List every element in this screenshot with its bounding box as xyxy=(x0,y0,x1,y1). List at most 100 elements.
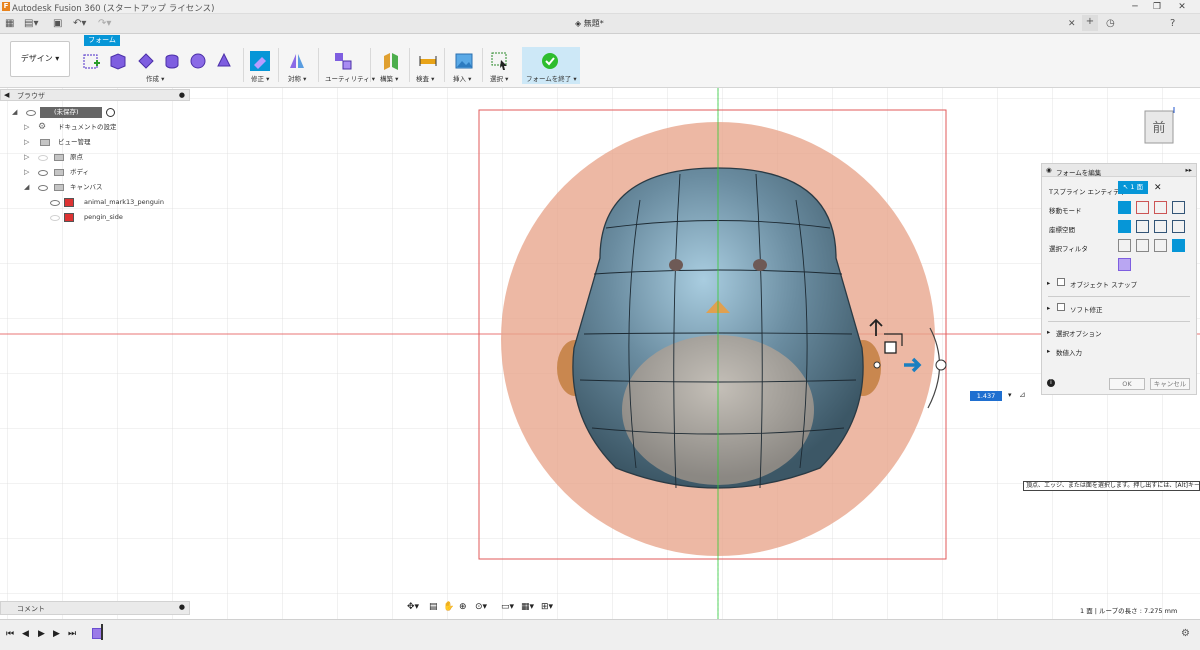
finish-form-icon[interactable] xyxy=(540,51,560,71)
edit-form-icon[interactable] xyxy=(250,51,270,71)
play-icon[interactable]: ▶ xyxy=(38,629,45,639)
group-utilities[interactable]: ユーティリティ ▾ xyxy=(325,73,375,83)
timeline-marker[interactable] xyxy=(101,624,103,640)
apps-grid-icon[interactable]: ▦ xyxy=(5,17,14,31)
dimension-options-icon[interactable]: ⊿ xyxy=(1019,390,1026,399)
expand-triangle-icon[interactable]: ▸ xyxy=(1047,347,1050,355)
root-component-label[interactable]: (未保存) xyxy=(40,107,102,118)
body-filter-icon[interactable] xyxy=(1118,258,1131,271)
dropdown-arrow-icon[interactable]: ▾ xyxy=(1008,391,1012,399)
visibility-eye-icon[interactable] xyxy=(38,185,48,191)
browser-pin-icon[interactable]: ● xyxy=(179,91,185,99)
tree-root[interactable]: ◢ (未保存) xyxy=(8,105,188,120)
selection-options-label[interactable]: 選択オプション xyxy=(1056,328,1102,338)
expand-triangle-icon[interactable]: ▸ xyxy=(1047,279,1050,287)
pan-icon[interactable]: ✋ xyxy=(443,602,454,612)
multi-move-icon[interactable] xyxy=(1118,201,1131,214)
group-finish-form[interactable]: フォームを終了 ▾ xyxy=(526,73,577,83)
activate-radio-icon[interactable] xyxy=(106,108,115,117)
group-insert[interactable]: 挿入 ▾ xyxy=(453,73,471,83)
expand-triangle-icon[interactable]: ◢ xyxy=(12,105,17,120)
collapse-triangle-icon[interactable]: ◢ xyxy=(24,180,29,195)
collapse-icon[interactable]: ◉ xyxy=(1046,166,1052,174)
edit-form-header[interactable]: ◉ フォームを編集 ▸▸ xyxy=(1042,164,1196,177)
object-snap-checkbox[interactable] xyxy=(1057,278,1065,286)
group-symmetry[interactable]: 対称 ▾ xyxy=(288,73,306,83)
expand-triangle-icon[interactable]: ▷ xyxy=(24,150,29,165)
parent-space-icon[interactable] xyxy=(1172,220,1185,233)
translate-icon[interactable] xyxy=(1136,201,1149,214)
expand-triangle-icon[interactable]: ▷ xyxy=(24,135,29,150)
viewcube[interactable]: 前 xyxy=(1143,107,1177,145)
go-to-start-icon[interactable]: ⏮ xyxy=(6,629,14,639)
expand-triangle-icon[interactable]: ▷ xyxy=(24,165,29,180)
timeline-settings-gear-icon[interactable]: ⚙ xyxy=(1181,628,1190,639)
tree-item-canvas-side[interactable]: pengin_side xyxy=(8,210,188,225)
go-to-end-icon[interactable]: ⏭ xyxy=(68,629,76,639)
new-tab-icon[interactable]: + xyxy=(1082,15,1098,31)
grid-settings-icon[interactable]: ▦▾ xyxy=(521,602,534,612)
viewcube-front-face[interactable]: 前 xyxy=(1152,120,1165,136)
insert-image-icon[interactable] xyxy=(454,51,474,71)
undo-icon[interactable]: ↶▾ xyxy=(73,17,86,31)
document-tab[interactable]: ◈ 無題* xyxy=(575,18,604,29)
vertex-filter-icon[interactable] xyxy=(1118,239,1131,252)
comments-pin-icon[interactable]: ● xyxy=(179,603,185,611)
zoom-icon[interactable]: ⊕ xyxy=(459,602,467,612)
all-filter-icon[interactable] xyxy=(1172,239,1185,252)
face-filter-icon[interactable] xyxy=(1154,239,1167,252)
display-settings-icon[interactable]: ▭▾ xyxy=(501,602,514,612)
minimize-button[interactable]: ─ xyxy=(1125,1,1145,13)
visibility-eye-icon[interactable] xyxy=(38,155,48,161)
save-icon[interactable]: ▣ xyxy=(53,17,62,31)
group-construct[interactable]: 構築 ▾ xyxy=(380,73,398,83)
workspace-selector[interactable]: デザイン ▾ xyxy=(10,41,70,77)
view-space-icon[interactable] xyxy=(1136,220,1149,233)
expand-triangle-icon[interactable]: ▸ xyxy=(1047,304,1050,312)
edge-filter-icon[interactable] xyxy=(1136,239,1149,252)
cancel-button[interactable]: キャンセル xyxy=(1150,378,1190,390)
comments-panel-header[interactable]: コメント ● xyxy=(0,601,190,615)
tree-item-document-settings[interactable]: ▷ ⚙ ドキュメントの設定 xyxy=(8,120,188,135)
utilities-icon[interactable] xyxy=(333,51,353,71)
group-create[interactable]: 作成 ▾ xyxy=(146,73,164,83)
visibility-eye-icon[interactable] xyxy=(50,200,60,206)
local-space-icon[interactable] xyxy=(1154,220,1167,233)
torus-icon[interactable] xyxy=(214,51,234,71)
expand-triangle-icon[interactable]: ▷ xyxy=(24,120,29,135)
create-box-icon[interactable] xyxy=(82,51,102,71)
plane-icon[interactable] xyxy=(136,51,156,71)
soft-modify-checkbox[interactable] xyxy=(1057,303,1065,311)
select-icon[interactable] xyxy=(490,51,510,71)
numerical-input-label[interactable]: 数値入力 xyxy=(1056,347,1082,357)
viewports-icon[interactable]: ⊞▾ xyxy=(541,602,553,612)
help-icon[interactable]: ? xyxy=(1170,17,1175,31)
mirror-icon[interactable] xyxy=(287,51,307,71)
world-space-icon[interactable] xyxy=(1118,220,1131,233)
expand-panel-icon[interactable]: ▸▸ xyxy=(1185,166,1192,174)
step-back-icon[interactable]: ◀ xyxy=(22,629,29,639)
look-at-icon[interactable]: ▤ xyxy=(429,602,438,612)
orbit-icon[interactable]: ✥▾ xyxy=(407,602,419,612)
tree-item-canvases[interactable]: ◢ キャンバス xyxy=(8,180,188,195)
tree-item-origin[interactable]: ▷ 原点 xyxy=(8,150,188,165)
sphere-icon[interactable] xyxy=(188,51,208,71)
group-inspect[interactable]: 検査 ▾ xyxy=(416,73,434,83)
info-icon[interactable]: i xyxy=(1047,379,1055,387)
redo-icon[interactable]: ↷▾ xyxy=(98,17,111,31)
file-menu-icon[interactable]: ▤▾ xyxy=(24,17,38,31)
tree-item-bodies[interactable]: ▷ ボディ xyxy=(8,165,188,180)
distance-input[interactable]: 1.437 mm xyxy=(970,391,1002,410)
close-tab-icon[interactable]: ✕ xyxy=(1068,17,1076,31)
cylinder-icon[interactable] xyxy=(162,51,182,71)
tree-item-canvas-penguin[interactable]: animal_mark13_penguin xyxy=(8,195,188,210)
visibility-eye-icon[interactable] xyxy=(38,170,48,176)
clear-selection-icon[interactable]: ✕ xyxy=(1154,183,1162,193)
tree-item-named-views[interactable]: ▷ ビュー管理 xyxy=(8,135,188,150)
collapse-icon[interactable]: ◀ xyxy=(4,91,9,99)
construct-icon[interactable] xyxy=(381,51,401,71)
group-select[interactable]: 選択 ▾ xyxy=(490,73,508,83)
rotate-icon[interactable] xyxy=(1154,201,1167,214)
visibility-eye-icon[interactable] xyxy=(50,215,60,221)
entity-selection-button[interactable]: ↖ 1 面 xyxy=(1118,181,1148,194)
